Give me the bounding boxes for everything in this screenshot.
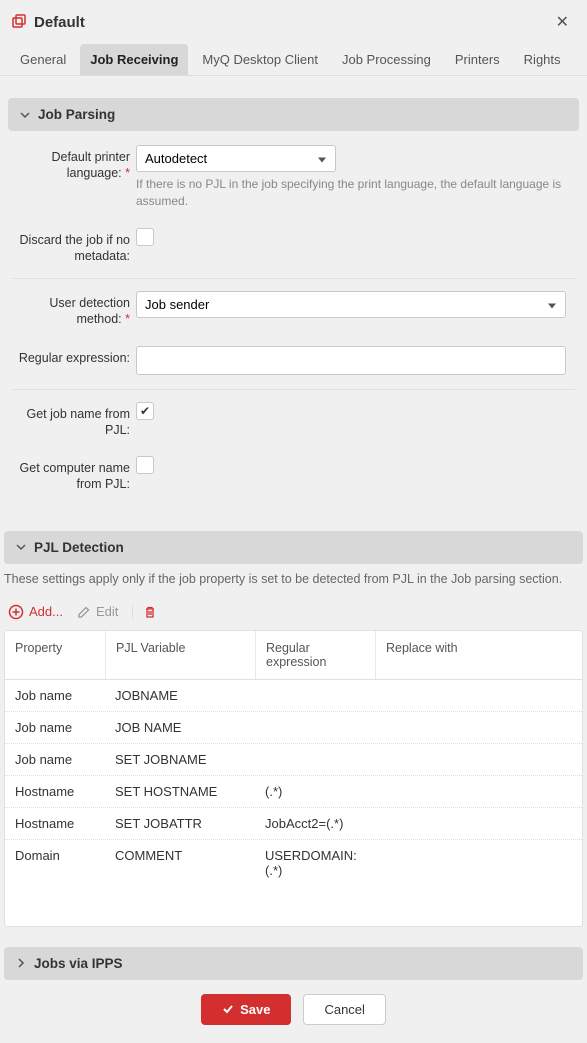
td-property: Hostname [5,808,105,839]
section-pjl-detection-header[interactable]: PJL Detection [4,531,583,564]
tab-myq-desktop-client[interactable]: MyQ Desktop Client [192,44,328,75]
pjl-description: These settings apply only if the job pro… [0,564,587,594]
tab-rights[interactable]: Rights [514,44,571,75]
default-printer-language-label: Default printer language: * [8,145,136,182]
section-jobs-ipps-title: Jobs via IPPS [34,956,123,971]
computer-name-pjl-checkbox[interactable] [136,456,154,474]
tab-job-processing[interactable]: Job Processing [332,44,441,75]
user-detection-select[interactable]: Job sender [136,291,566,318]
td-replace [375,744,582,775]
save-button[interactable]: Save [201,994,291,1025]
td-pjl_variable: COMMENT [105,840,255,886]
edit-label: Edit [96,604,118,619]
tab-general[interactable]: General [10,44,76,75]
td-pjl_variable: SET JOBATTR [105,808,255,839]
plus-icon [8,604,24,620]
discard-no-metadata-label: Discard the job if no metadata: [8,228,136,265]
table-row[interactable]: Job nameJOBNAME [5,680,582,712]
queue-icon [12,14,28,30]
chevron-right-icon [16,958,26,968]
page-title: Default [34,14,550,31]
td-replace [375,712,582,743]
section-jobs-ipps-header[interactable]: Jobs via IPPS [4,947,583,980]
trash-icon [143,605,157,619]
td-pjl_variable: SET HOSTNAME [105,776,255,807]
th-regex[interactable]: Regular expression [255,631,375,679]
cancel-button[interactable]: Cancel [303,994,385,1025]
td-replace [375,776,582,807]
td-property: Domain [5,840,105,886]
td-property: Job name [5,680,105,711]
td-regex [255,680,375,711]
td-pjl_variable: SET JOBNAME [105,744,255,775]
delete-button[interactable] [132,605,157,619]
td-replace [375,680,582,711]
section-job-parsing-header[interactable]: Job Parsing [8,98,579,131]
add-label: Add... [29,604,63,619]
td-regex: JobAcct2=(.*) [255,808,375,839]
td-property: Hostname [5,776,105,807]
edit-button[interactable]: Edit [77,604,118,619]
td-regex: USERDOMAIN:(.*) [255,840,375,886]
tab-job-receiving[interactable]: Job Receiving [80,44,188,75]
job-name-pjl-label: Get job name from PJL: [8,402,136,439]
user-detection-label: User detection method: * [8,291,136,328]
th-replace[interactable]: Replace with [375,631,582,679]
table-row[interactable]: DomainCOMMENTUSERDOMAIN:(.*) [5,840,582,886]
th-property[interactable]: Property [5,631,105,679]
table-row[interactable]: HostnameSET JOBATTRJobAcct2=(.*) [5,808,582,840]
td-replace [375,840,582,886]
default-printer-language-help: If there is no PJL in the job specifying… [136,176,579,210]
job-name-pjl-checkbox[interactable] [136,402,154,420]
table-row[interactable]: Job nameJOB NAME [5,712,582,744]
chevron-down-icon [16,542,26,552]
td-regex [255,744,375,775]
add-button[interactable]: Add... [8,604,63,620]
divider [12,278,575,279]
td-pjl_variable: JOBNAME [105,680,255,711]
td-pjl_variable: JOB NAME [105,712,255,743]
td-property: Job name [5,744,105,775]
chevron-down-icon [20,110,30,120]
computer-name-pjl-label: Get computer name from PJL: [8,456,136,493]
section-pjl-detection-title: PJL Detection [34,540,124,555]
td-regex [255,712,375,743]
tab-bar: General Job Receiving MyQ Desktop Client… [0,44,587,76]
check-icon [222,1003,234,1015]
tab-printers[interactable]: Printers [445,44,510,75]
close-button[interactable]: ✕ [550,10,575,34]
td-regex: (.*) [255,776,375,807]
pencil-icon [77,605,91,619]
save-label: Save [240,1002,270,1017]
table-row[interactable]: Job nameSET JOBNAME [5,744,582,776]
td-property: Job name [5,712,105,743]
regex-label: Regular expression: [8,346,136,366]
discard-no-metadata-checkbox[interactable] [136,228,154,246]
td-replace [375,808,582,839]
divider [12,389,575,390]
table-row[interactable]: HostnameSET HOSTNAME(.*) [5,776,582,808]
th-pjl-variable[interactable]: PJL Variable [105,631,255,679]
pjl-table: Property PJL Variable Regular expression… [4,630,583,927]
section-job-parsing-title: Job Parsing [38,107,115,122]
default-printer-language-select[interactable]: Autodetect [136,145,336,172]
regex-input[interactable] [136,346,566,375]
